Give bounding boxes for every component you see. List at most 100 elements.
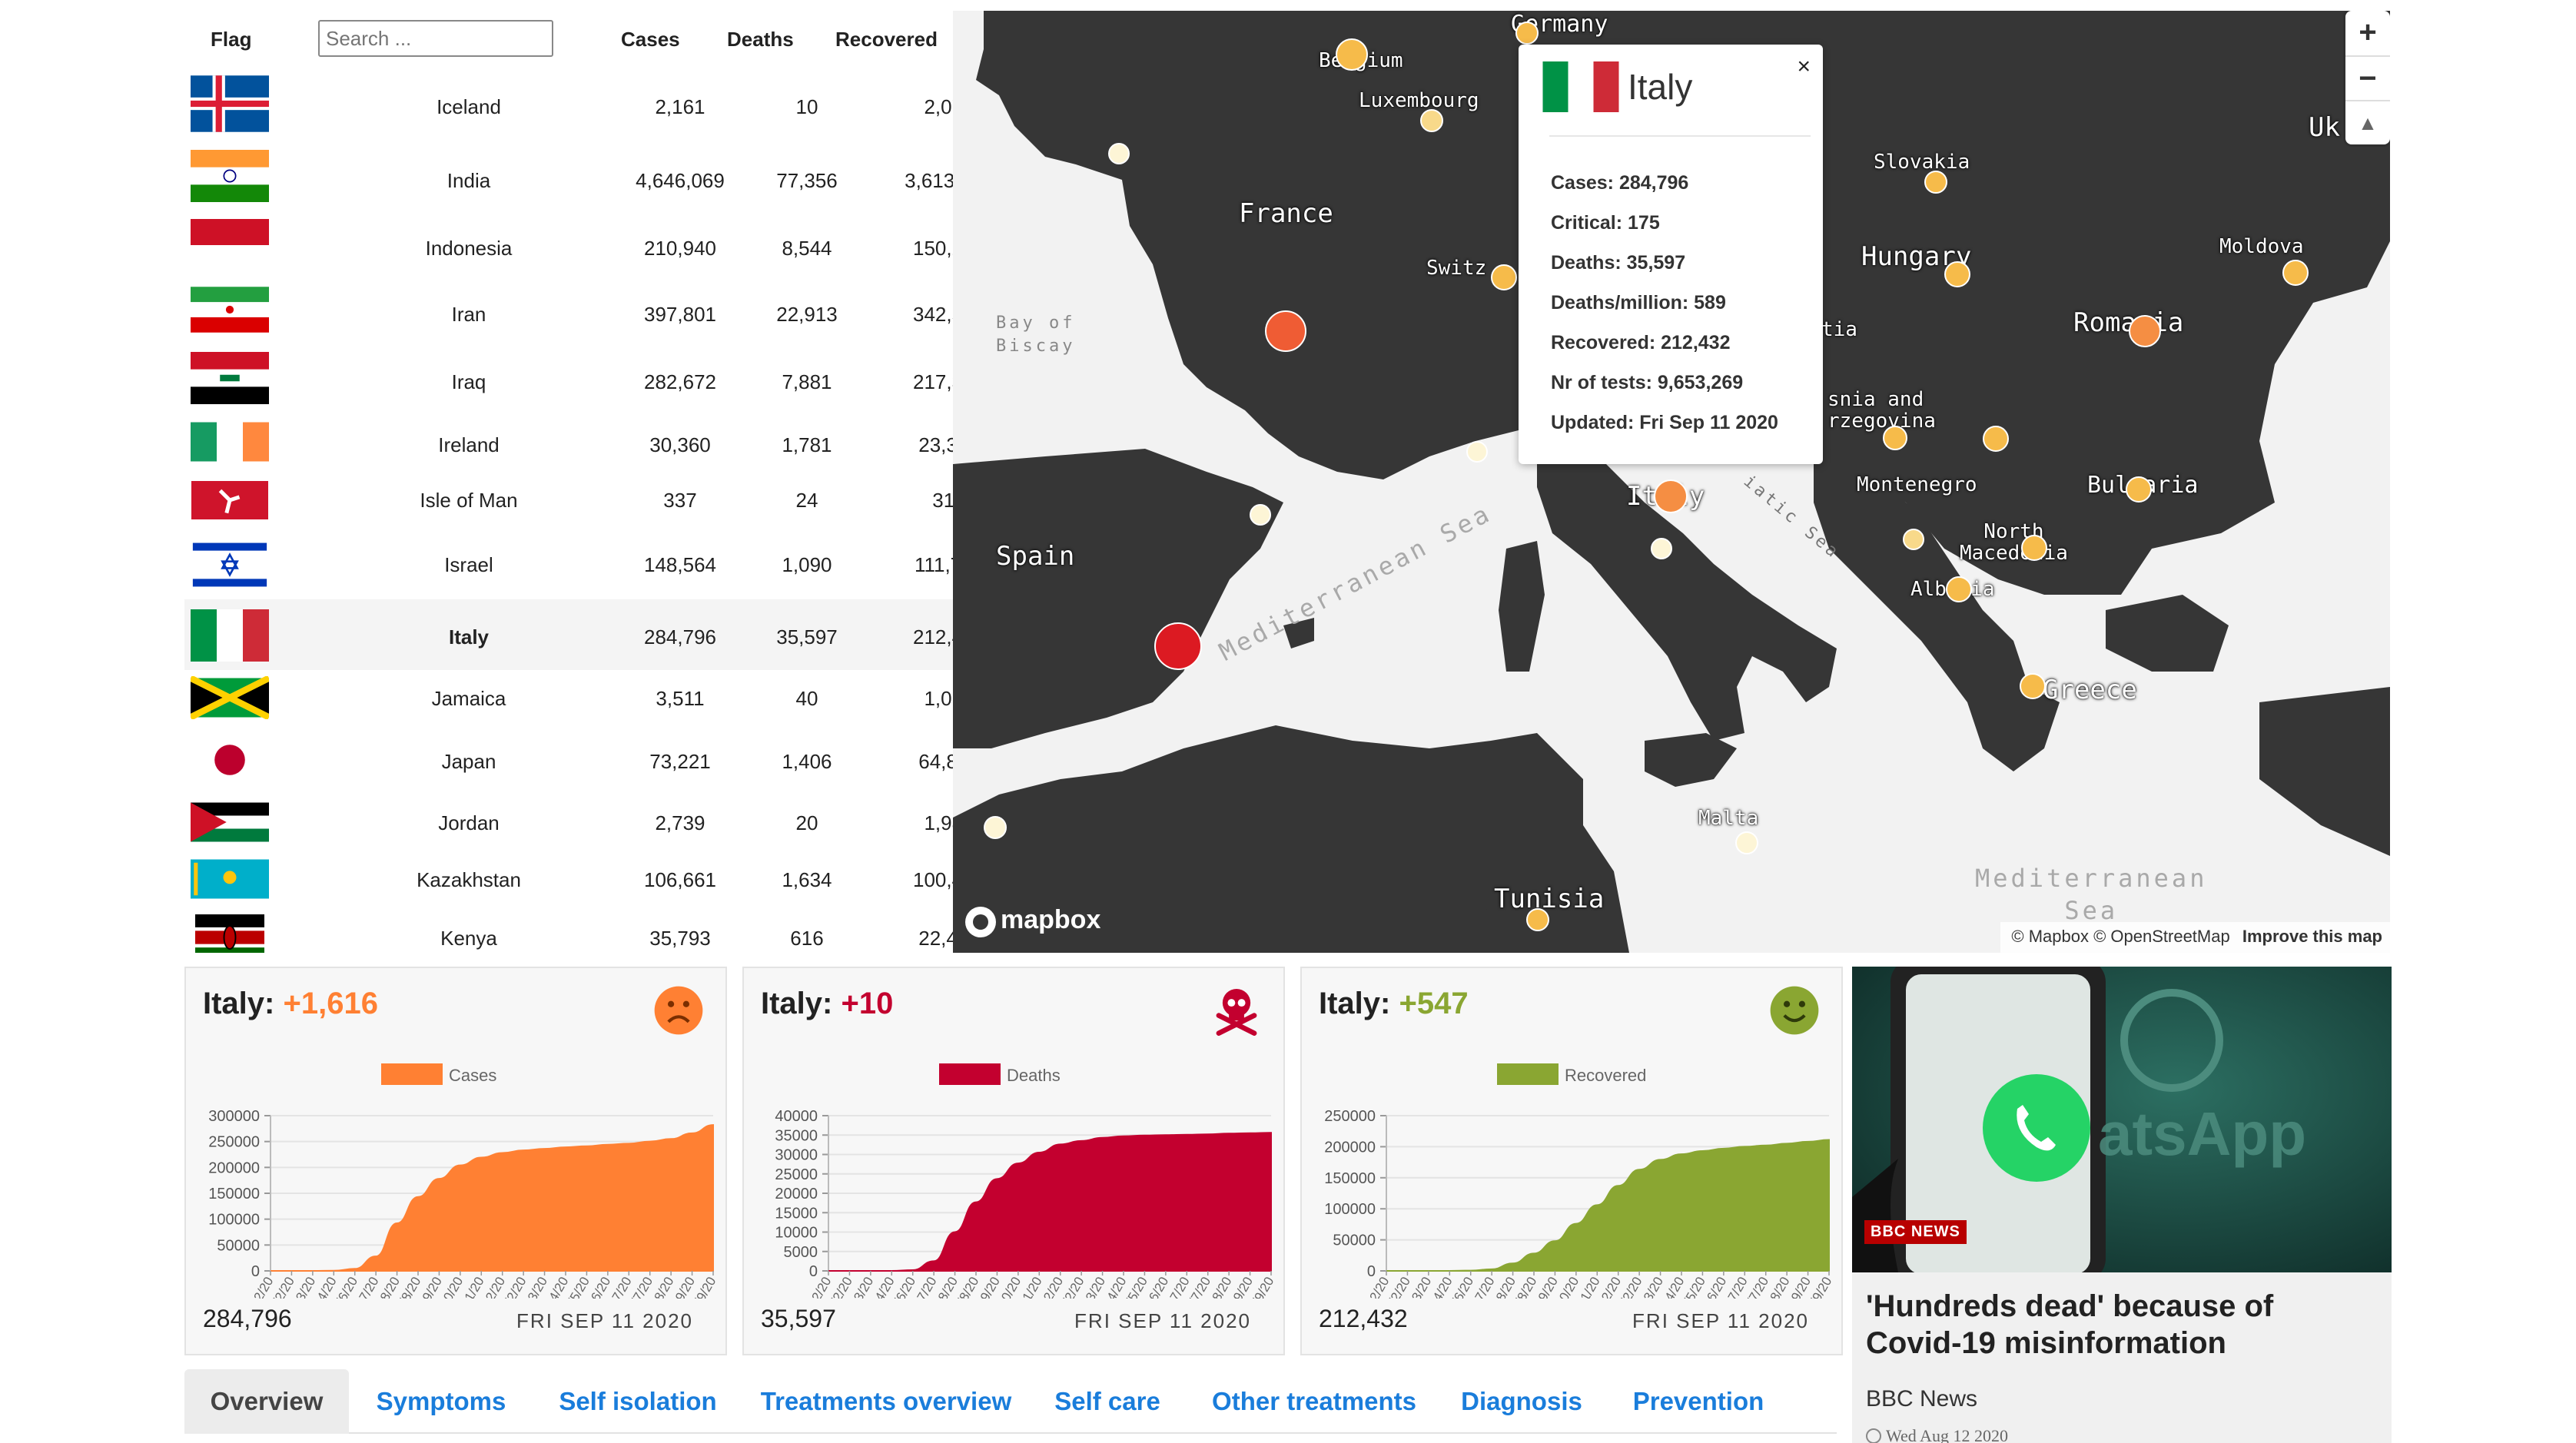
map-label-france: France	[1239, 198, 1333, 229]
marker-albania[interactable]	[1946, 576, 1972, 602]
tab-self-care[interactable]: Self care	[1042, 1369, 1173, 1434]
recovered-value: 64,835	[918, 750, 953, 773]
country-name: Jordan	[438, 811, 500, 834]
cases-column-header[interactable]: Cases	[621, 28, 680, 51]
table-row[interactable]: Kazakhstan 106,661 1,634 100,409	[184, 851, 953, 908]
table-row[interactable]: Israel 148,564 1,090 111,728	[184, 526, 953, 601]
recovered-value: 100,409	[913, 868, 953, 891]
legend-swatch	[381, 1063, 443, 1085]
deaths-date: FRI SEP 11 2020	[1074, 1309, 1251, 1332]
table-row[interactable]: India 4,646,069 77,356 3,613,040	[184, 140, 953, 212]
marker-germany[interactable]	[1515, 22, 1539, 45]
search-input[interactable]	[318, 20, 553, 57]
marker-malta[interactable]	[1735, 831, 1758, 854]
tab-symptoms[interactable]: Symptoms	[364, 1369, 518, 1434]
zoom-controls: + − ▲	[2345, 11, 2390, 144]
map-label-switzerland: Switz	[1426, 257, 1487, 280]
y-tick-label: 50000	[1333, 1232, 1376, 1249]
marker-moldova[interactable]	[2282, 260, 2309, 286]
popup-tests: Nr of tests: 9,653,269	[1551, 372, 1744, 393]
y-tick-label: 250000	[1324, 1108, 1376, 1125]
marker-hungary[interactable]	[1944, 261, 1970, 287]
marker-slovakia[interactable]	[1924, 171, 1947, 194]
tab-prevention[interactable]: Prevention	[1622, 1369, 1775, 1434]
map-label-uk: Uk	[2309, 112, 2340, 143]
tab-treatments-overview[interactable]: Treatments overview	[752, 1369, 1021, 1434]
table-row[interactable]: Isle of Man 337 24 312	[184, 473, 953, 527]
jordan-flag-icon	[191, 802, 269, 842]
news-date-text: Wed Aug 12 2020	[1886, 1426, 2008, 1443]
news-headline[interactable]: 'Hundreds dead' because of Covid-19 misi…	[1866, 1288, 2373, 1362]
deaths-chart: Deaths 0 5000 10000 15000 20000 25000 30000 3500…	[775, 1063, 1276, 1299]
sea-label-mediterranean-east: Mediterranean Sea	[1975, 864, 2208, 925]
table-row-selected[interactable]: Italy 284,796 35,597 212,432	[184, 599, 953, 672]
table-row[interactable]: Kenya 35,793 616 22,442	[184, 907, 953, 953]
recovered-total: 212,432	[1319, 1305, 1408, 1332]
legend-label: Deaths	[1007, 1066, 1061, 1085]
country-name: Ireland	[438, 433, 500, 456]
y-tick-label: 40000	[775, 1108, 818, 1125]
popup-close-button[interactable]: ×	[1797, 54, 1811, 80]
kenya-flag-icon	[195, 914, 264, 953]
map-label-montenegro: Montenegro	[1857, 473, 1977, 496]
news-source: BBC News	[1866, 1386, 1978, 1411]
tab-other-treatments[interactable]: Other treatments	[1199, 1369, 1429, 1434]
info-tabs: Overview Symptoms Self isolation Treatme…	[184, 1369, 1837, 1443]
attribution-text[interactable]: © Mapbox © OpenStreetMap	[2011, 927, 2229, 946]
marker-france[interactable]	[1265, 310, 1306, 352]
recovered-column-header[interactable]: Recovered	[835, 28, 938, 51]
y-tick-label: 30000	[775, 1147, 818, 1164]
marker-bulgaria[interactable]	[2126, 476, 2152, 503]
country-name: Iceland	[437, 95, 501, 118]
marker-spain[interactable]	[1154, 622, 1202, 670]
table-header: Flag Cases Deaths Recovered	[184, 11, 953, 66]
card-country: Italy:	[203, 987, 284, 1020]
marker-gibraltar[interactable]	[984, 816, 1007, 839]
table-row[interactable]: Iran 397,801 22,913 342,539	[184, 280, 953, 347]
marker-luxembourg[interactable]	[1420, 109, 1443, 132]
marker-belgium[interactable]	[1336, 38, 1368, 71]
zoom-out-button[interactable]: −	[2345, 55, 2390, 101]
marker-italy[interactable]	[1654, 479, 1688, 513]
deaths-column-header[interactable]: Deaths	[727, 28, 794, 51]
marker-greece[interactable]	[2020, 673, 2046, 699]
table-row[interactable]: Japan 73,221 1,406 64,835	[184, 727, 953, 796]
popup-divider	[1549, 135, 1811, 137]
table-row[interactable]: Jamaica 3,511 40 1,019	[184, 670, 953, 728]
bbc-news-badge: BBC NEWS	[1864, 1220, 1967, 1244]
table-row[interactable]: Iraq 282,672 7,881 217,396	[184, 346, 953, 413]
marker-tunisia[interactable]	[1526, 908, 1549, 931]
country-name: India	[446, 169, 491, 192]
news-card[interactable]: atsApp BBC NEWS 'Hundreds dead' because …	[1852, 967, 2392, 1443]
marker-montenegro[interactable]	[1903, 529, 1924, 550]
y-tick-label: 150000	[1324, 1170, 1376, 1187]
country-name: Kenya	[440, 927, 497, 950]
marker-switzerland[interactable]	[1491, 264, 1517, 290]
zoom-in-button[interactable]: +	[2345, 11, 2390, 55]
table-row[interactable]: Ireland 30,360 1,781 23,364	[184, 412, 953, 475]
country-name: Jamaica	[431, 687, 506, 710]
table-row[interactable]: Indonesia 210,940 8,544 150,217	[184, 211, 953, 281]
table-row[interactable]: Iceland 2,161 10 2,079	[184, 66, 953, 141]
improve-map-link[interactable]: Improve this map	[2242, 927, 2382, 946]
table-row[interactable]: Jordan 2,739 20 1,981	[184, 794, 953, 853]
recovered-value: 342,539	[913, 303, 953, 326]
marker-san-marino[interactable]	[1651, 538, 1672, 559]
marker-north-macedonia[interactable]	[2021, 535, 2047, 561]
sad-face-icon	[654, 986, 703, 1035]
tab-overview[interactable]: Overview	[184, 1369, 349, 1434]
marker-bosnia[interactable]	[1883, 426, 1907, 450]
tab-self-isolation[interactable]: Self isolation	[546, 1369, 730, 1434]
compass-button[interactable]: ▲	[2345, 100, 2390, 146]
deaths-total: 35,597	[761, 1305, 836, 1332]
popup-cases: Cases: 284,796	[1551, 172, 1689, 194]
marker-serbia[interactable]	[1983, 426, 2009, 452]
marker-romania[interactable]	[2129, 315, 2161, 347]
map-label-luxembourg: Luxembourg	[1359, 89, 1479, 112]
marker-monaco[interactable]	[1466, 441, 1488, 463]
marker-jersey[interactable]	[1108, 143, 1130, 164]
flag-column-header[interactable]: Flag	[211, 28, 251, 51]
map-view[interactable]: Germany Belgium Luxembourg France Switz …	[953, 11, 2390, 953]
tab-diagnosis[interactable]: Diagnosis	[1452, 1369, 1591, 1434]
marker-andorra[interactable]	[1250, 504, 1271, 526]
